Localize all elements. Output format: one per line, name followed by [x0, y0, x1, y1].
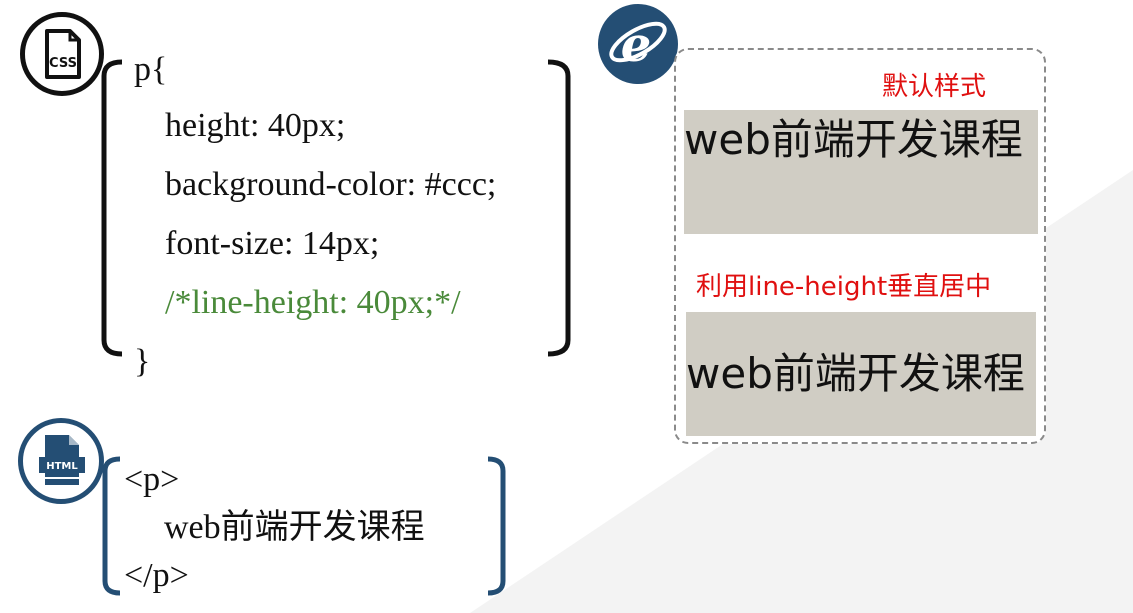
html-icon-label: HTML	[46, 461, 78, 472]
css-file-icon: CSS	[20, 12, 104, 96]
html-content: web前端开发课程	[164, 509, 425, 546]
html-file-icon: HTML	[18, 418, 104, 504]
browser-preview-panel: 默认样式 web前端开发课程 利用line-height垂直居中 web前端开发…	[674, 48, 1046, 444]
centered-style-text: web前端开发课程	[686, 349, 1025, 398]
css-icon-label: CSS	[49, 56, 77, 71]
centered-style-box: web前端开发课程	[686, 312, 1036, 436]
default-style-text: web前端开发课程	[684, 115, 1023, 164]
html-bracket-left	[102, 456, 121, 596]
centered-style-label: 利用line-height垂直居中	[696, 272, 992, 302]
default-style-box: web前端开发课程	[684, 110, 1038, 234]
css-line-comment: /*line-height: 40px;*/	[165, 284, 461, 321]
default-style-label: 默认样式	[882, 72, 987, 102]
css-bracket-left	[101, 59, 123, 357]
css-line-height: height: 40px;	[165, 107, 346, 144]
html-open-tag: <p>	[124, 461, 180, 498]
css-line-font-size: font-size: 14px;	[165, 225, 380, 262]
browser-ie-icon: e	[598, 4, 678, 84]
html-close-tag: </p>	[124, 557, 189, 594]
css-selector-close: }	[134, 343, 151, 380]
css-line-background: background-color: #ccc;	[165, 166, 497, 203]
css-bracket-right	[547, 59, 571, 357]
css-selector-open: p{	[134, 51, 168, 88]
html-bracket-right	[487, 456, 506, 596]
